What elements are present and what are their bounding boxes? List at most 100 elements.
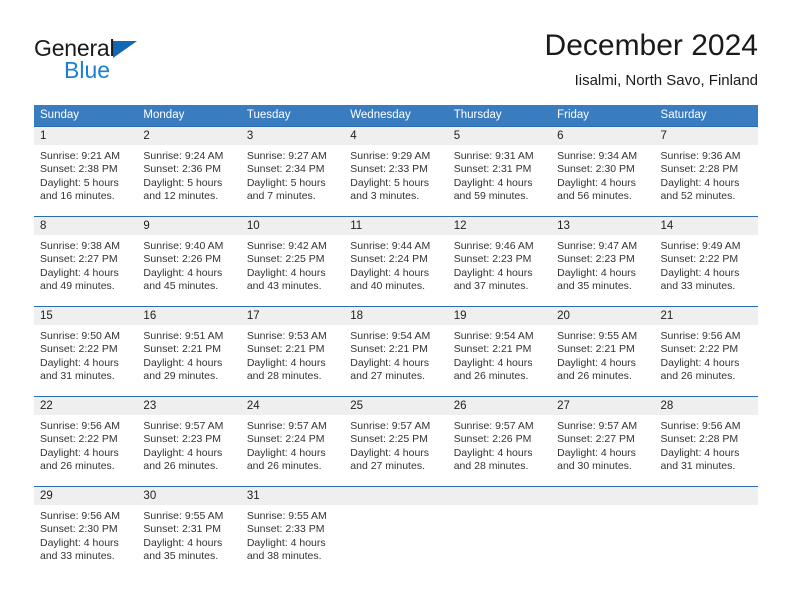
day-number: 2 — [137, 127, 241, 145]
calendar-day-cell[interactable]: 26 Sunrise: 9:57 AM Sunset: 2:26 PM Dayligh… — [447, 396, 552, 487]
sunrise-time: Sunrise: 9:56 AM — [660, 420, 741, 432]
weekday-header-sunday: Sunday — [34, 105, 138, 127]
calendar-day-cell[interactable]: 2 Sunrise: 9:24 AM Sunset: 2:36 PM Daylight… — [137, 126, 241, 217]
calendar-day-cell[interactable]: 6 Sunrise: 9:34 AM Sunset: 2:30 PM Daylight… — [551, 126, 655, 217]
daylight-duration-line2: and 28 minutes. — [246, 370, 322, 383]
daylight-duration-line1: Daylight: 4 hours — [350, 266, 430, 279]
day-number: 12 — [447, 217, 552, 235]
daylight-duration-line2: and 26 minutes. — [246, 460, 322, 473]
sunrise-time: Sunrise: 9:54 AM — [453, 330, 534, 342]
daylight-duration-line1: Daylight: 4 hours — [143, 266, 223, 279]
sunset-time: Sunset: 2:31 PM — [143, 523, 222, 536]
calendar-day-cell[interactable]: 5 Sunrise: 9:31 AM Sunset: 2:31 PM Daylight… — [447, 126, 552, 217]
sunrise-time: Sunrise: 9:27 AM — [246, 150, 327, 162]
daylight-duration-line2: and 7 minutes. — [246, 190, 316, 203]
day-number: 24 — [240, 397, 345, 415]
sunset-time: Sunset: 2:28 PM — [660, 163, 739, 176]
daylight-duration-line1: Daylight: 4 hours — [143, 536, 223, 549]
day-details: Sunrise: 9:56 AM Sunset: 2:30 PM Daylight:… — [34, 505, 137, 564]
day-number: 26 — [447, 397, 552, 415]
calendar-day-cell[interactable]: 24 Sunrise: 9:57 AM Sunset: 2:24 PM Dayligh… — [240, 396, 345, 487]
sunset-time: Sunset: 2:21 PM — [246, 343, 325, 356]
title-block: December 2024 Iisalmi, North Savo, Finla… — [545, 28, 758, 92]
calendar-day-cell[interactable]: 17 Sunrise: 9:53 AM Sunset: 2:21 PM Dayligh… — [240, 306, 345, 397]
day-number: 17 — [240, 307, 345, 325]
calendar-body: 1 Sunrise: 9:21 AM Sunset: 2:38 PM Daylight… — [34, 126, 758, 577]
calendar-day-cell[interactable]: 14 Sunrise: 9:49 AM Sunset: 2:22 PM Dayligh… — [654, 216, 758, 307]
day-number — [344, 487, 448, 505]
calendar-day-cell[interactable]: 20 Sunrise: 9:55 AM Sunset: 2:21 PM Dayligh… — [551, 306, 655, 397]
daylight-duration-line2: and 38 minutes. — [246, 550, 322, 563]
sunset-time: Sunset: 2:26 PM — [453, 433, 532, 446]
calendar-day-cell[interactable]: 7 Sunrise: 9:36 AM Sunset: 2:28 PM Daylight… — [654, 126, 758, 217]
day-details: Sunrise: 9:55 AM Sunset: 2:33 PM Daylight:… — [241, 505, 344, 564]
daylight-duration-line1: Daylight: 4 hours — [557, 266, 636, 279]
calendar-day-cell[interactable]: 3 Sunrise: 9:27 AM Sunset: 2:34 PM Daylight… — [240, 126, 345, 217]
calendar-day-cell[interactable]: 10 Sunrise: 9:42 AM Sunset: 2:25 PM Dayligh… — [240, 216, 345, 307]
daylight-duration-line2: and 12 minutes. — [143, 190, 219, 203]
calendar-day-cell[interactable]: 21 Sunrise: 9:56 AM Sunset: 2:22 PM Dayligh… — [654, 306, 758, 397]
day-details: Sunrise: 9:49 AM Sunset: 2:22 PM Daylight:… — [655, 235, 758, 294]
sunrise-time: Sunrise: 9:31 AM — [453, 150, 534, 162]
day-number: 28 — [654, 397, 758, 415]
daylight-duration-line1: Daylight: 4 hours — [143, 446, 223, 459]
day-number: 18 — [344, 307, 448, 325]
calendar-day-cell[interactable]: 13 Sunrise: 9:47 AM Sunset: 2:23 PM Dayligh… — [551, 216, 655, 307]
daylight-duration-line1: Daylight: 4 hours — [453, 356, 533, 369]
daylight-duration-line1: Daylight: 4 hours — [246, 446, 326, 459]
calendar-day-cell[interactable]: 1 Sunrise: 9:21 AM Sunset: 2:38 PM Daylight… — [34, 126, 138, 217]
calendar-day-cell[interactable]: 28 Sunrise: 9:56 AM Sunset: 2:28 PM Dayligh… — [654, 396, 758, 487]
daylight-duration-line1: Daylight: 4 hours — [40, 536, 119, 549]
daylight-duration-line1: Daylight: 4 hours — [453, 446, 533, 459]
calendar-day-cell[interactable]: 31 Sunrise: 9:55 AM Sunset: 2:33 PM Dayligh… — [240, 486, 345, 577]
calendar-day-cell[interactable]: 23 Sunrise: 9:57 AM Sunset: 2:23 PM Dayligh… — [137, 396, 241, 487]
day-number: 25 — [344, 397, 448, 415]
brand-logo[interactable]: General Blue — [34, 36, 264, 94]
sunset-time: Sunset: 2:23 PM — [557, 253, 635, 266]
daylight-duration-line1: Daylight: 4 hours — [350, 446, 430, 459]
calendar-header-row: Sunday Monday Tuesday Wednesday Thursday Frid… — [34, 105, 758, 127]
calendar-day-cell[interactable]: 12 Sunrise: 9:46 AM Sunset: 2:23 PM Dayligh… — [447, 216, 552, 307]
sunset-time: Sunset: 2:28 PM — [660, 433, 739, 446]
calendar-day-cell[interactable]: 11 Sunrise: 9:44 AM Sunset: 2:24 PM Dayligh… — [344, 216, 448, 307]
weekday-header-wednesday: Wednesday — [344, 105, 448, 127]
calendar-day-cell[interactable]: 16 Sunrise: 9:51 AM Sunset: 2:21 PM Dayligh… — [137, 306, 241, 397]
daylight-duration-line2: and 33 minutes. — [660, 280, 736, 293]
daylight-duration-line2: and 40 minutes. — [350, 280, 425, 293]
day-details: Sunrise: 9:29 AM Sunset: 2:33 PM Daylight:… — [344, 145, 447, 204]
sunset-time: Sunset: 2:21 PM — [557, 343, 635, 356]
sunset-time: Sunset: 2:31 PM — [453, 163, 532, 176]
daylight-duration-line1: Daylight: 5 hours — [143, 176, 223, 189]
daylight-duration-line1: Daylight: 5 hours — [246, 176, 326, 189]
calendar-day-cell[interactable]: 4 Sunrise: 9:29 AM Sunset: 2:33 PM Daylight… — [344, 126, 448, 217]
sunset-time: Sunset: 2:23 PM — [453, 253, 532, 266]
daylight-duration-line2: and 30 minutes. — [557, 460, 632, 473]
calendar-day-cell[interactable]: 9 Sunrise: 9:40 AM Sunset: 2:26 PM Daylight… — [137, 216, 241, 307]
sunset-time: Sunset: 2:25 PM — [246, 253, 325, 266]
day-number: 19 — [447, 307, 552, 325]
weekday-header-friday: Friday — [551, 105, 655, 127]
day-details: Sunrise: 9:54 AM Sunset: 2:21 PM Daylight:… — [448, 325, 551, 384]
day-number: 29 — [34, 487, 138, 505]
calendar-day-cell[interactable]: 27 Sunrise: 9:57 AM Sunset: 2:27 PM Dayligh… — [551, 396, 655, 487]
sunrise-time: Sunrise: 9:21 AM — [40, 150, 120, 162]
daylight-duration-line1: Daylight: 4 hours — [557, 446, 636, 459]
daylight-duration-line1: Daylight: 4 hours — [660, 176, 740, 189]
day-details: Sunrise: 9:56 AM Sunset: 2:22 PM Daylight:… — [655, 325, 758, 384]
daylight-duration-line2: and 3 minutes. — [350, 190, 420, 203]
daylight-duration-line2: and 26 minutes. — [660, 370, 736, 383]
calendar-day-cell[interactable]: 18 Sunrise: 9:54 AM Sunset: 2:21 PM Dayligh… — [344, 306, 448, 397]
calendar-day-cell[interactable]: 29 Sunrise: 9:56 AM Sunset: 2:30 PM Dayligh… — [34, 486, 138, 577]
sunset-time: Sunset: 2:25 PM — [350, 433, 428, 446]
calendar-day-cell[interactable]: 15 Sunrise: 9:50 AM Sunset: 2:22 PM Dayligh… — [34, 306, 138, 397]
calendar-day-cell[interactable]: 25 Sunrise: 9:57 AM Sunset: 2:25 PM Dayligh… — [344, 396, 448, 487]
page-header: General Blue December 2024 Iisalmi, Nort… — [34, 28, 758, 98]
sunset-time: Sunset: 2:22 PM — [660, 253, 739, 266]
calendar-day-cell[interactable]: 8 Sunrise: 9:38 AM Sunset: 2:27 PM Daylight… — [34, 216, 138, 307]
calendar-day-cell[interactable]: 30 Sunrise: 9:55 AM Sunset: 2:31 PM Dayligh… — [137, 486, 241, 577]
sunset-time: Sunset: 2:22 PM — [40, 433, 118, 446]
calendar-day-cell[interactable]: 19 Sunrise: 9:54 AM Sunset: 2:21 PM Dayligh… — [447, 306, 552, 397]
calendar-page: General Blue December 2024 Iisalmi, Nort… — [0, 0, 792, 612]
calendar-day-cell[interactable]: 22 Sunrise: 9:56 AM Sunset: 2:22 PM Dayligh… — [34, 396, 138, 487]
sunrise-time: Sunrise: 9:47 AM — [557, 240, 638, 252]
